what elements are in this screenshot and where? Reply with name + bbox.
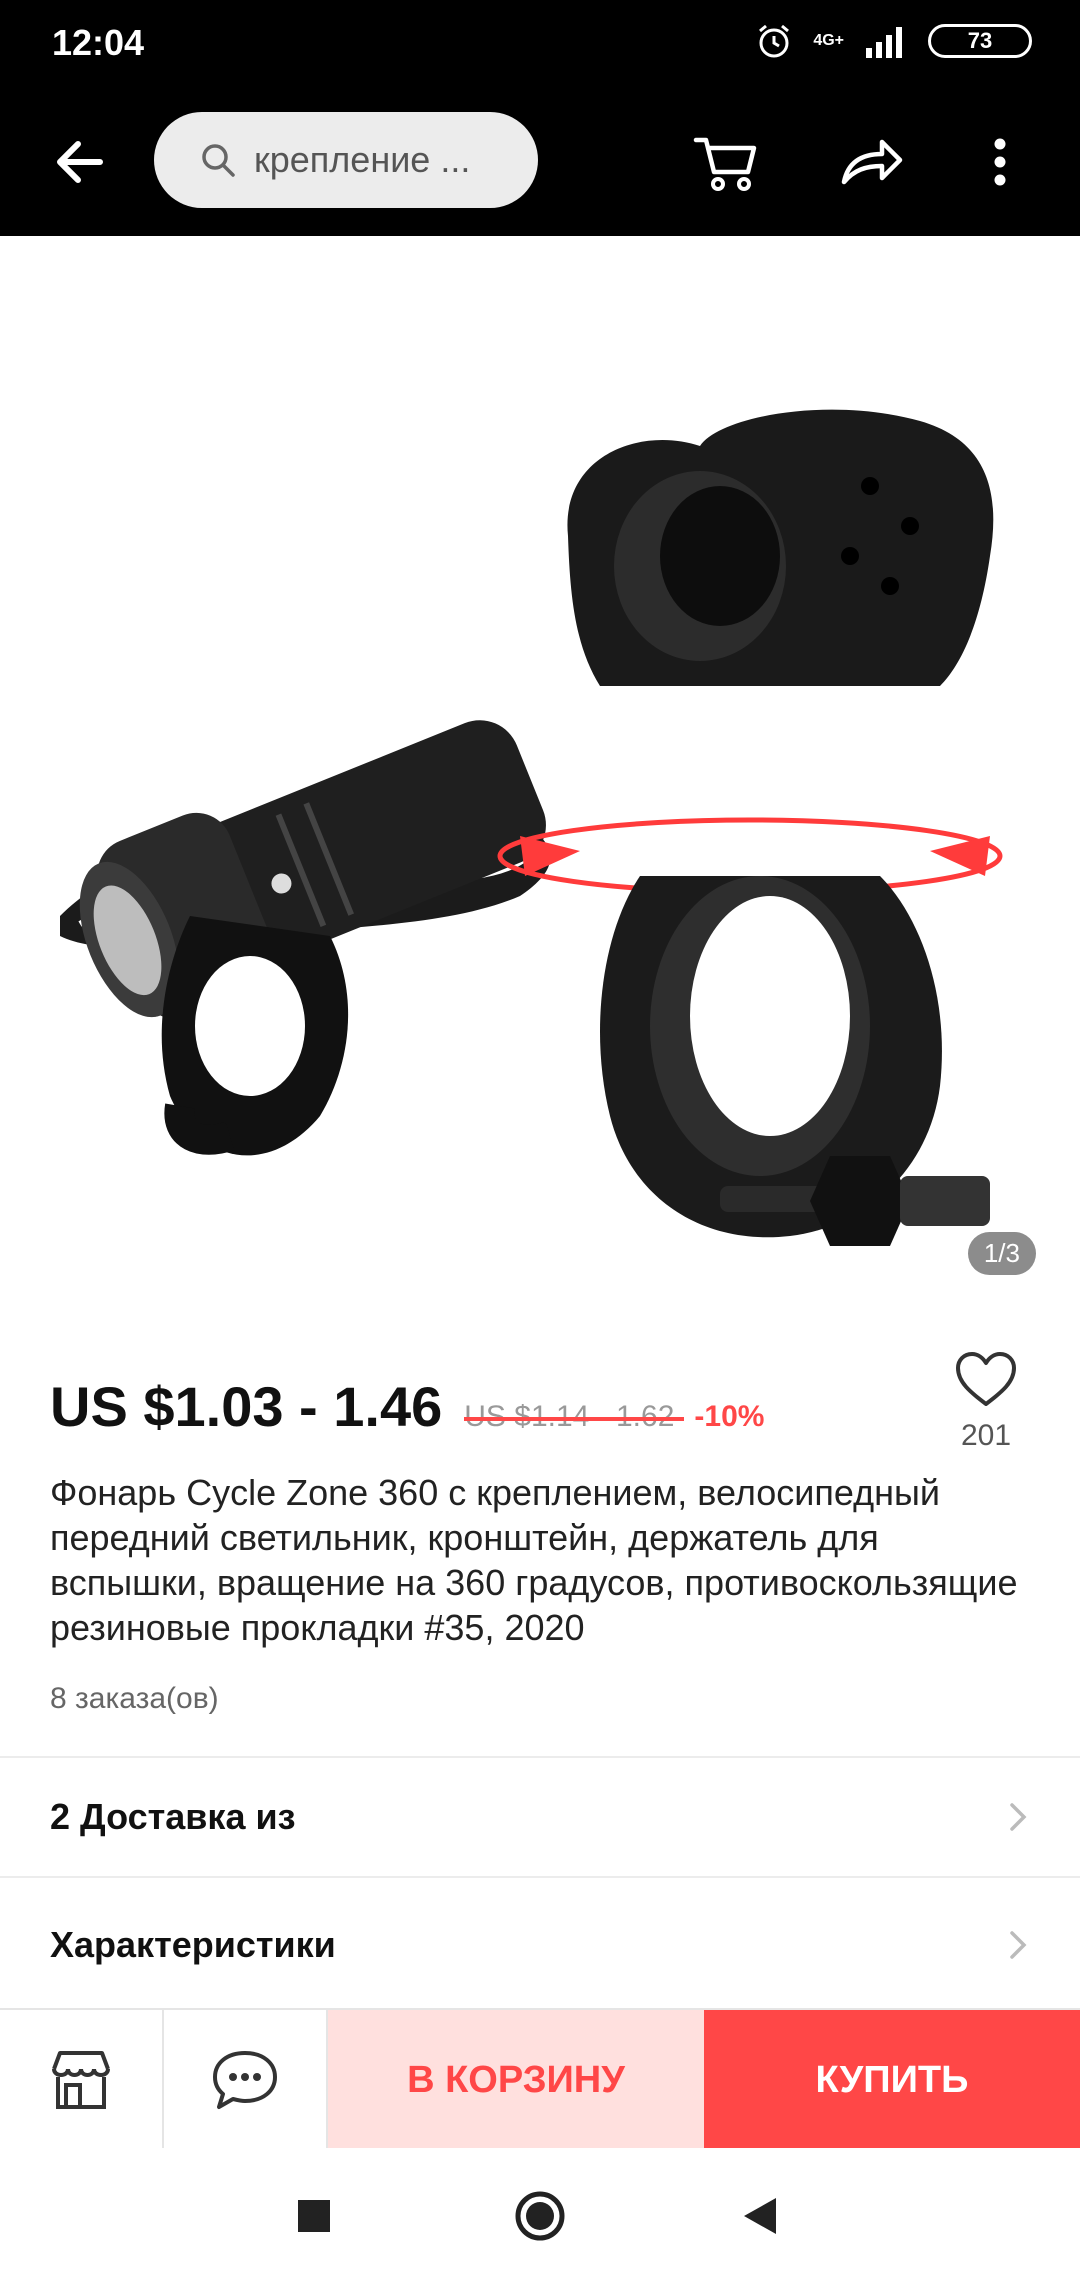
network-type: 4G+ xyxy=(813,32,844,49)
favorite-count: 201 xyxy=(960,1419,1012,1452)
chevron-right-icon xyxy=(1010,1803,1027,1831)
buy-now-button[interactable]: КУПИТЬ xyxy=(704,2010,1080,2150)
store-button[interactable] xyxy=(0,2010,164,2150)
delivery-label: 2 Доставка из xyxy=(50,1796,296,1837)
battery-icon: 73 xyxy=(928,24,1032,58)
status-icons: 4G+ 73 xyxy=(755,22,1032,60)
back-nav-icon[interactable] xyxy=(742,2196,778,2236)
search-bar[interactable]: крепление ... xyxy=(154,112,538,208)
cart-icon[interactable] xyxy=(690,126,762,198)
specs-row[interactable]: Характеристики xyxy=(0,1886,1080,2004)
top-toolbar: крепление ... xyxy=(0,90,1080,236)
recent-apps-icon[interactable] xyxy=(296,2198,332,2234)
divider xyxy=(0,1876,1080,1878)
chat-button[interactable] xyxy=(164,2010,328,2150)
discount-badge: -10% xyxy=(694,1400,765,1433)
more-options-icon[interactable] xyxy=(980,126,1020,198)
chevron-right-icon xyxy=(1010,1931,1027,1959)
search-query: крепление ... xyxy=(254,139,471,180)
price-row: US $1.03 - 1.46 US $1.14 - 1.62 -10% xyxy=(50,1374,764,1439)
specs-label: Характеристики xyxy=(50,1924,336,1965)
share-icon[interactable] xyxy=(836,126,908,198)
product-title: Фонарь Cycle Zone 360 с креплением, вело… xyxy=(50,1472,1018,1648)
store-icon xyxy=(52,2051,110,2109)
favorite-button[interactable]: 201 xyxy=(950,1350,1022,1453)
chat-icon xyxy=(213,2051,277,2109)
old-price: US $1.14 - 1.62 xyxy=(464,1400,685,1433)
orders-count: 8 заказа(ов) xyxy=(50,1682,219,1715)
add-to-cart-button[interactable]: В КОРЗИНУ xyxy=(328,2010,704,2150)
image-counter: 1/3 xyxy=(967,1232,1036,1275)
system-nav-bar xyxy=(0,2148,1080,2280)
status-bar: 12:04 4G+ 73 xyxy=(0,0,1080,90)
heart-icon xyxy=(956,1352,1016,1406)
alarm-icon xyxy=(759,24,790,58)
signal-icon xyxy=(866,27,902,58)
product-image[interactable] xyxy=(0,236,1080,1316)
home-icon[interactable] xyxy=(514,2190,566,2242)
delivery-row[interactable]: 2 Доставка из xyxy=(0,1758,1080,1876)
search-icon xyxy=(202,144,235,177)
battery-level: 73 xyxy=(967,28,993,53)
product-photo xyxy=(60,409,1003,1246)
bottom-action-bar: В КОРЗИНУ КУПИТЬ xyxy=(0,2008,1080,2150)
price: US $1.03 - 1.46 xyxy=(50,1375,443,1438)
status-time: 12:04 xyxy=(52,22,145,63)
back-arrow-icon[interactable] xyxy=(48,130,112,194)
